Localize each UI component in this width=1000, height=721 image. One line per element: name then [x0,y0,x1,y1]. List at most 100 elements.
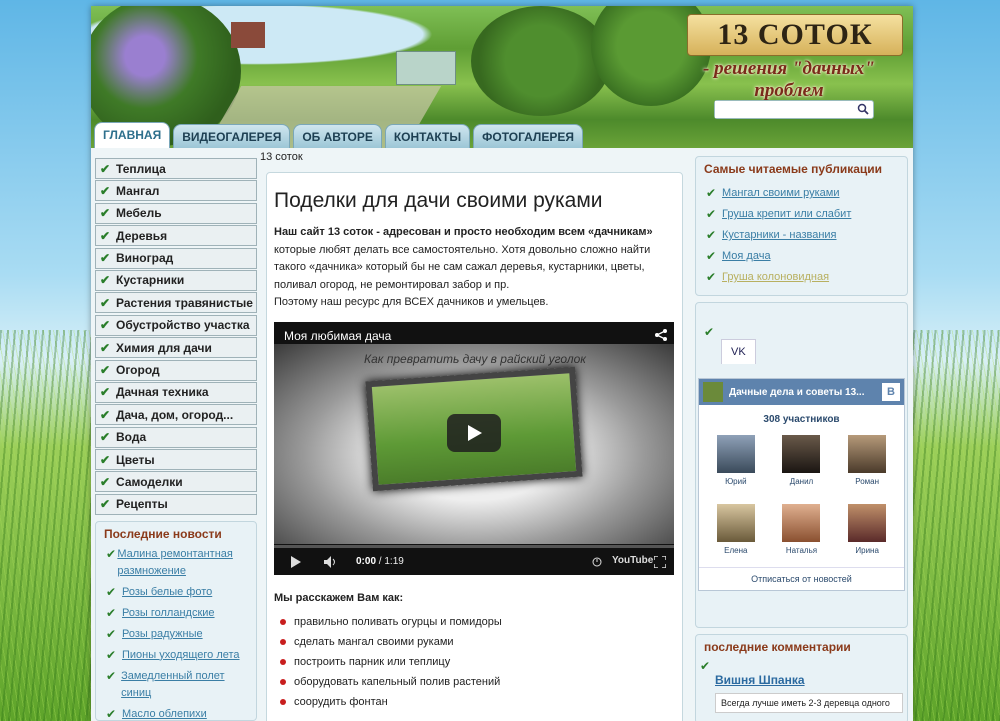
site-slogan: - решения "дачных" проблем [703,58,875,101]
clock-icon[interactable] [592,557,602,567]
volume-icon[interactable] [324,555,338,568]
news-link[interactable]: Розы белые фото [122,584,212,601]
news-link[interactable]: Масло облепихи [122,706,207,721]
play-button[interactable] [447,413,501,452]
bullet-icon [280,658,286,665]
video-title[interactable]: Моя любимая дача [284,329,391,343]
avatar [716,504,755,542]
video-time: 0:00 / 1:19 [356,556,404,567]
sidebar-item-shrubs[interactable]: ✔ Кустарники [95,269,257,291]
news-link[interactable]: Замедленный полет синиц [121,668,250,702]
sidebar-item-herbs[interactable]: ✔ Растения травянистые [95,292,257,314]
sidebar-item-recipes[interactable]: ✔ Рецепты [95,493,257,515]
news-link[interactable]: Розы радужные [122,626,203,643]
search-icon[interactable] [857,103,869,115]
play-icon[interactable] [290,555,302,568]
check-icon: ✔ [106,584,117,599]
popular-link[interactable]: Кустарники - названия [722,227,837,244]
popular-link[interactable]: Груша крепит или слабит [722,206,851,223]
sidebar-item-dacha-home[interactable]: ✔ Дача, дом, огород... [95,404,257,426]
check-icon: ✔ [704,325,715,339]
sidebar-item-water[interactable]: ✔ Вода [95,426,257,448]
intro-bold: Наш сайт 13 соток - адресован и просто н… [274,226,653,238]
list-item-text: соорудить фонтан [294,695,388,708]
tab-about-author[interactable]: ОБ АВТОРЕ [293,124,382,148]
list-item: ✔ Груша колоновидная [706,269,901,286]
sidebar-item-label: Виноград [116,251,174,266]
share-icon[interactable] [654,328,668,342]
vk-logo-icon[interactable]: B [882,383,900,401]
breadcrumb[interactable]: 13 соток [260,151,303,163]
check-icon: ✔ [100,295,111,310]
check-icon: ✔ [706,228,717,242]
vk-member-name: Елена [724,546,748,555]
sidebar-item-label: Деревья [116,228,168,243]
check-icon: ✔ [100,430,111,445]
sidebar-item-greenhouse[interactable]: ✔ Теплица [95,158,257,179]
bullet-icon [280,618,286,625]
popular-link[interactable]: Мангал своими руками [722,185,839,202]
comment-post-link[interactable]: Вишня Шпанка [715,673,907,687]
popular-link[interactable]: Моя дача [722,248,771,265]
sidebar-item-flowers[interactable]: ✔ Цветы [95,449,257,471]
check-icon: ✔ [106,706,117,721]
fullscreen-icon[interactable] [654,555,666,568]
video-time-current: 0:00 [356,556,377,567]
sidebar-item-machinery[interactable]: ✔ Дачная техника [95,381,257,403]
group-avatar [703,382,723,402]
vk-member[interactable]: Данил [769,435,835,486]
vk-member[interactable]: Юрий [703,435,769,486]
sidebar-item-label: Цветы [116,452,155,467]
vk-member[interactable]: Наталья [769,504,835,555]
sidebar-item-label: Кустарники [116,273,185,288]
check-icon: ✔ [100,474,111,489]
sidebar-item-grapes[interactable]: ✔ Виноград [95,247,257,269]
sidebar-item-plot-setup[interactable]: ✔ Обустройство участка [95,314,257,336]
popular-posts-list: ✔ Мангал своими руками ✔ Груша крепит или … [696,185,907,286]
sidebar-item-vegetable-garden[interactable]: ✔ Огород [95,359,257,381]
tab-vk[interactable]: VK [721,339,756,364]
tab-photo-gallery[interactable]: ФОТОГАЛЕРЕЯ [473,124,583,148]
vk-member[interactable]: Елена [703,504,769,555]
video-player[interactable]: Моя любимая дача Как превратить дачу в р… [274,321,674,575]
avatar [716,435,755,473]
vk-group-name[interactable]: Дачные дела и советы 13... [729,387,864,398]
list-item-text: оборудовать капельный полив растений [294,675,501,688]
search-input[interactable] [715,101,850,118]
popular-link[interactable]: Груша колоновидная [722,269,829,286]
list-item-text: построить парник или теплицу [294,655,451,668]
comments-title: последние комментарии [704,640,851,654]
check-icon: ✔ [106,626,117,641]
tab-contacts[interactable]: КОНТАКТЫ [384,124,471,148]
sidebar-item-furniture[interactable]: ✔ Мебель [95,202,257,224]
search-box [714,100,874,119]
check-icon: ✔ [706,207,717,221]
sidebar-item-diy[interactable]: ✔ Самоделки [95,471,257,493]
vk-members-count[interactable]: 308 участников [699,414,904,425]
check-icon: ✔ [706,186,717,200]
sidebar-item-trees[interactable]: ✔ Деревья [95,225,257,247]
list-item: соорудить фонтан [274,696,675,708]
check-icon: ✔ [100,273,111,288]
sidebar-item-label: Рецепты [116,497,168,512]
sidebar-item-chemistry[interactable]: ✔ Химия для дачи [95,337,257,359]
vk-member[interactable]: Роман [834,435,900,486]
sidebar-item-grill[interactable]: ✔ Мангал [95,180,257,202]
sidebar-item-label: Самоделки [116,474,183,489]
vk-header[interactable]: Дачные дела и советы 13... B [699,379,904,405]
news-link[interactable]: Малина ремонтантная размножение [117,546,250,580]
check-icon: ✔ [100,363,111,378]
vk-member[interactable]: Ирина [834,504,900,555]
youtube-icon[interactable]: YouTube [612,555,653,566]
bullet-icon [280,698,286,705]
vk-member-name: Данил [789,477,814,486]
tab-home[interactable]: ГЛАВНАЯ [94,122,171,148]
list-item: ✔ Пионы уходящего лета [106,647,250,664]
vk-unsubscribe-link[interactable]: Отписаться от новостей [699,567,904,590]
sidebar-item-label: Дачная техника [116,385,209,400]
news-link[interactable]: Пионы уходящего лета [122,647,240,664]
tab-video-gallery[interactable]: ВИДЕОГАЛЕРЕЯ [173,124,291,148]
video-progress-bar[interactable] [274,544,674,548]
site-logo[interactable]: 13 СОТОК [687,14,903,56]
news-link[interactable]: Розы голландские [122,605,215,622]
